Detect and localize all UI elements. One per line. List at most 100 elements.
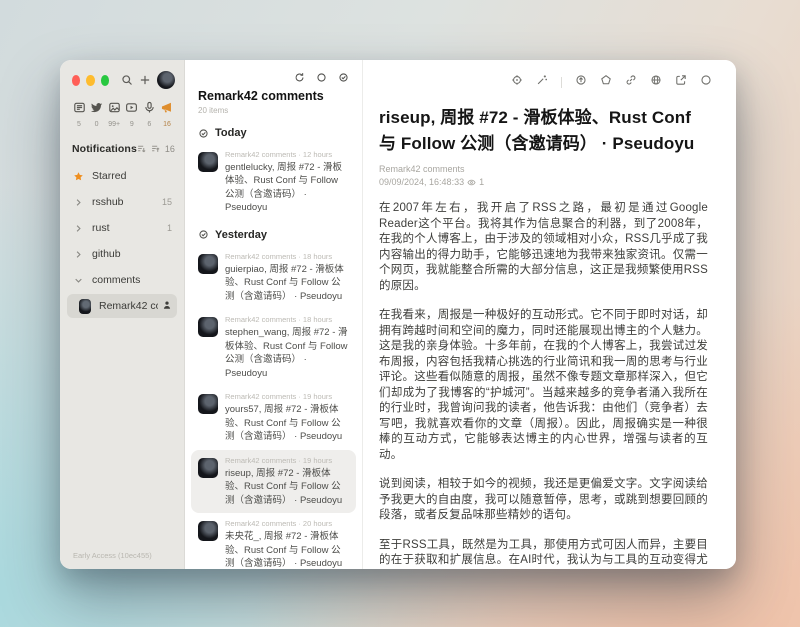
view-tab-count: 0 bbox=[95, 121, 99, 128]
early-access-label: Early Access (10ec455) bbox=[60, 551, 184, 569]
view-tab-count: 99+ bbox=[108, 121, 120, 128]
article-title: riseup, 周报 #72 - 滑板体验、Rust Conf 与 Follow… bbox=[379, 105, 708, 156]
entry-avatar bbox=[198, 254, 218, 274]
sidebar-item[interactable]: Remark42 comments bbox=[67, 294, 177, 318]
profile-avatar[interactable] bbox=[157, 71, 175, 89]
entry-list-pane: Remark42 comments 20 items Today bbox=[185, 60, 363, 569]
entry-meta: Remark42 comments · 19 hours bbox=[225, 392, 349, 401]
view-tab-count: 16 bbox=[163, 121, 171, 128]
entry-list-item[interactable]: Remark42 comments · 18 hours guierpiao, … bbox=[191, 246, 356, 309]
view-tab[interactable]: 9 bbox=[124, 101, 140, 128]
article-view-icon bbox=[73, 101, 86, 119]
section-check-circle-icon bbox=[198, 128, 209, 139]
sidebar-item[interactable]: rust 1 bbox=[67, 216, 177, 240]
entry-text: Remark42 comments · 18 hours guierpiao, … bbox=[225, 252, 349, 303]
view-tab[interactable]: 99+ bbox=[106, 101, 122, 128]
article: riseup, 周报 #72 - 滑板体验、Rust Conf 与 Follow… bbox=[363, 91, 736, 569]
view-tab[interactable]: 6 bbox=[141, 101, 157, 128]
entry-text: Remark42 comments · 20 hours 未央花_, 周报 #7… bbox=[225, 519, 349, 569]
feed-owner-badge-icon bbox=[162, 300, 172, 313]
section-unread-count: 16 bbox=[165, 144, 175, 154]
search-icon[interactable] bbox=[121, 74, 133, 86]
unread-circle-icon[interactable] bbox=[316, 70, 327, 88]
entry-meta: Remark42 comments · 12 hours bbox=[225, 150, 349, 159]
entry-list-item[interactable]: Remark42 comments · 20 hours 未央花_, 周报 #7… bbox=[191, 513, 356, 569]
target-icon[interactable] bbox=[511, 73, 523, 91]
entry-meta: Remark42 comments · 18 hours bbox=[225, 315, 349, 324]
view-tab[interactable]: 5 bbox=[71, 101, 87, 128]
entry-list-item[interactable]: Remark42 comments · 12 hours gentlelucky… bbox=[191, 144, 356, 221]
minimize-window-button[interactable] bbox=[86, 75, 94, 86]
item-lead bbox=[79, 299, 91, 314]
entry-avatar bbox=[198, 521, 218, 541]
date-section-header: Today bbox=[191, 119, 356, 144]
globe-icon[interactable] bbox=[650, 73, 662, 91]
eye-icon bbox=[467, 178, 476, 187]
pictures-view-icon bbox=[108, 101, 121, 119]
list-title: Remark42 comments bbox=[198, 89, 349, 103]
list-item-count: 20 items bbox=[198, 106, 349, 115]
item-lead bbox=[72, 198, 84, 207]
mark-all-read-icon[interactable] bbox=[338, 70, 349, 88]
sidebar-section-header: Notifications 16 bbox=[60, 129, 184, 164]
toolbar-divider bbox=[561, 77, 562, 88]
unread-filter-icon[interactable] bbox=[151, 140, 160, 158]
view-tab-count: 9 bbox=[130, 121, 134, 128]
entry-text: Remark42 comments · 12 hours gentlelucky… bbox=[225, 150, 349, 215]
entry-title: yours57, 周报 #72 - 滑板体验、Rust Conf 与 Follo… bbox=[225, 403, 349, 443]
sidebar-item-label: github bbox=[92, 248, 121, 260]
pentagon-icon[interactable] bbox=[600, 73, 612, 91]
wand-icon[interactable] bbox=[536, 73, 548, 91]
chevron-right-icon bbox=[74, 224, 83, 233]
sort-order-icon[interactable] bbox=[137, 140, 146, 158]
circle-icon[interactable] bbox=[700, 73, 712, 91]
entry-list-item[interactable]: Remark42 comments · 19 hours riseup, 周报 … bbox=[191, 450, 356, 513]
article-paragraph: 在2007年左右，我开启了RSS之路，最初是通过Google Reader这个平… bbox=[379, 201, 708, 294]
view-type-tabs: 5 0 bbox=[60, 94, 184, 129]
entry-meta: Remark42 comments · 19 hours bbox=[225, 456, 349, 465]
sidebar-item-count: 1 bbox=[167, 223, 172, 233]
item-lead bbox=[72, 171, 84, 182]
date-section-header: Yesterday bbox=[191, 221, 356, 246]
entry-meta: Remark42 comments · 18 hours bbox=[225, 252, 349, 261]
view-tab[interactable]: 0 bbox=[89, 101, 105, 128]
sidebar: 5 0 bbox=[60, 60, 185, 569]
zoom-window-button[interactable] bbox=[101, 75, 109, 86]
sidebar-item-label: Remark42 comments bbox=[99, 300, 158, 312]
sidebar-item[interactable]: Starred bbox=[67, 164, 177, 188]
close-window-button[interactable] bbox=[72, 75, 80, 86]
refresh-icon[interactable] bbox=[294, 70, 305, 88]
audio-view-icon bbox=[143, 101, 156, 119]
reader-pane: riseup, 周报 #72 - 滑板体验、Rust Conf 与 Follow… bbox=[363, 60, 736, 569]
date-section-label: Today bbox=[215, 127, 247, 139]
section-tools: 16 bbox=[137, 140, 175, 158]
link-icon[interactable] bbox=[625, 73, 637, 91]
chevron-right-icon bbox=[74, 198, 83, 207]
sidebar-item[interactable]: rsshub 15 bbox=[67, 190, 177, 214]
sidebar-item[interactable]: comments bbox=[67, 268, 177, 292]
arrow-up-circle-icon[interactable] bbox=[575, 73, 587, 91]
sidebar-item[interactable]: github bbox=[67, 242, 177, 266]
entry-list-item[interactable]: Remark42 comments · 18 hours stephen_wan… bbox=[191, 309, 356, 386]
article-paragraph: 在我看来，周报是一种极好的互动形式。它不同于即时对话，却拥有跨越时间和空间的魔力… bbox=[379, 308, 708, 463]
entry-avatar bbox=[198, 458, 218, 478]
social-media-view-icon bbox=[90, 101, 103, 119]
article-feed-name[interactable]: Remark42 comments bbox=[379, 164, 708, 174]
view-tab-count: 5 bbox=[77, 121, 81, 128]
view-tab[interactable]: 16 bbox=[159, 101, 175, 128]
entry-text: Remark42 comments · 19 hours yours57, 周报… bbox=[225, 392, 349, 443]
star-icon bbox=[73, 171, 84, 182]
article-body: 在2007年左右，我开启了RSS之路，最初是通过Google Reader这个平… bbox=[379, 201, 708, 569]
article-paragraph: 至于RSS工具，既然是为工具，那使用方式可因人而异，主要目的在于获取和扩展信息。… bbox=[379, 538, 708, 570]
videos-view-icon bbox=[125, 101, 138, 119]
sidebar-item-label: rust bbox=[92, 222, 110, 234]
date-section-label: Yesterday bbox=[215, 229, 267, 241]
entry-title: stephen_wang, 周报 #72 - 滑板体验、Rust Conf 与 … bbox=[225, 326, 349, 380]
add-subscription-icon[interactable] bbox=[139, 74, 151, 86]
external-link-icon[interactable] bbox=[675, 73, 687, 91]
app-window: 5 0 bbox=[60, 60, 736, 569]
entry-list-item[interactable]: Remark42 comments · 19 hours yours57, 周报… bbox=[191, 386, 356, 449]
entry-title: riseup, 周报 #72 - 滑板体验、Rust Conf 与 Follow… bbox=[225, 467, 349, 507]
chevron-down-icon bbox=[74, 276, 83, 285]
article-meta: 09/09/2024, 16:48:33 1 bbox=[379, 177, 708, 187]
